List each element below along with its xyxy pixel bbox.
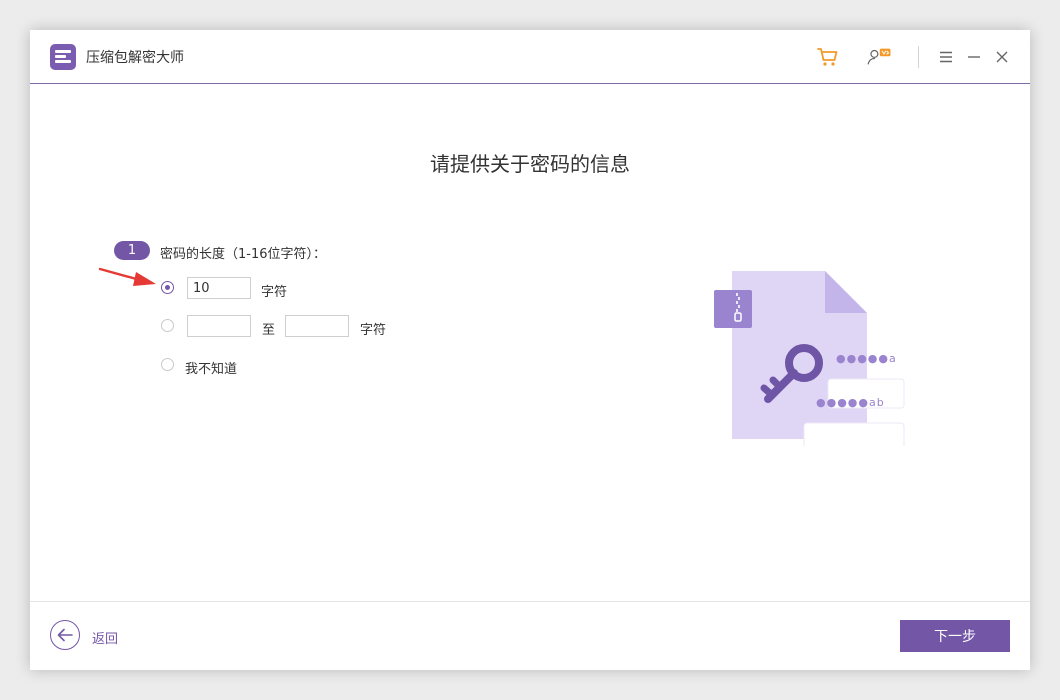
exact-length-unit: 字符 [261,285,288,300]
app-window: 压缩包解密大师 请提供关于密码的信息 1 密码的长度（1-16位字符）： 10 … [30,30,1030,670]
range-unit: 字符 [360,323,387,338]
exact-length-radio[interactable] [161,281,174,294]
pointer-arrow-icon [98,267,156,286]
unknown-length-label: 我不知道 [185,362,238,377]
menu-icon[interactable] [933,44,959,70]
title-separator [918,46,919,68]
range-length-radio[interactable] [161,319,174,332]
step-number-badge: 1 [114,241,150,260]
footer-divider [30,601,1030,602]
title-bar: 压缩包解密大师 [30,30,1030,84]
app-title: 压缩包解密大师 [86,50,184,66]
step-label: 密码的长度（1-16位字符）： [160,247,327,262]
unknown-length-radio[interactable] [161,358,174,371]
range-to-input[interactable] [285,315,349,337]
zip-file-icon [714,290,752,328]
range-from-input[interactable] [187,315,251,337]
exact-length-input[interactable] [187,277,251,299]
cart-icon[interactable] [815,44,841,70]
range-separator: 至 [262,323,276,338]
minimize-icon[interactable] [961,44,987,70]
app-logo-icon [50,44,76,70]
page-heading: 请提供关于密码的信息 [430,152,630,176]
close-icon[interactable] [989,44,1015,70]
masked-password-1: ●●●●●a [836,352,897,365]
masked-password-2: ●●●●●ab [816,396,885,409]
back-label[interactable]: 返回 [92,628,118,647]
user-vip-icon[interactable] [866,44,892,70]
arrow-left-icon [57,628,73,642]
back-button[interactable] [50,620,80,650]
next-button[interactable]: 下一步 [900,620,1010,652]
